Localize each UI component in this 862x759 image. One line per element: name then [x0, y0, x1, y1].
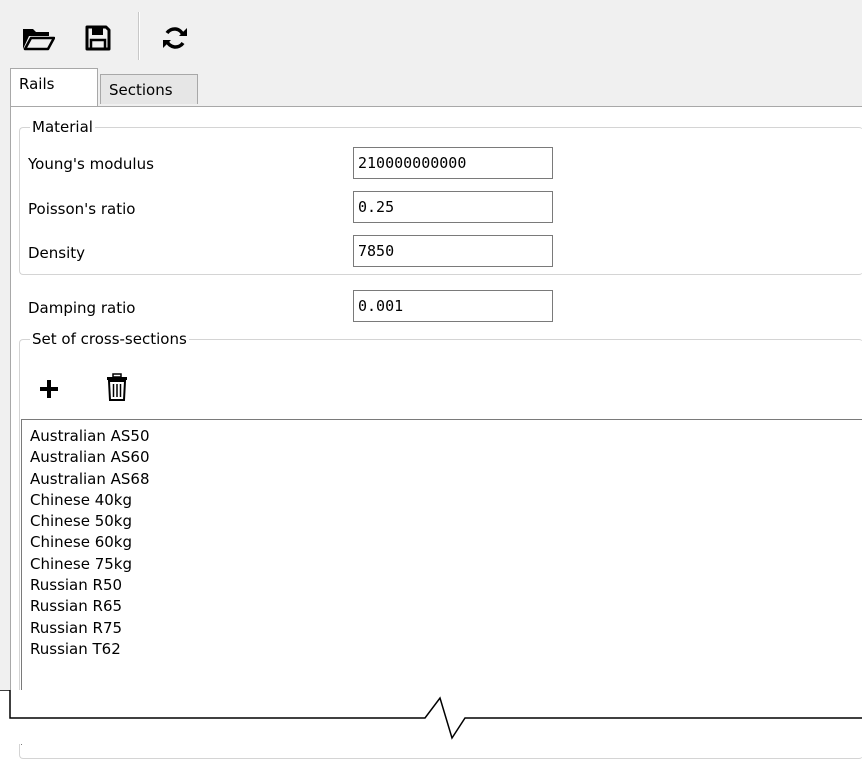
poissons-ratio-field[interactable]: 0.25	[353, 191, 553, 223]
youngs-modulus-field[interactable]: 210000000000	[353, 147, 553, 179]
list-item[interactable]: Russian T62	[30, 639, 862, 660]
list-item[interactable]: Chinese 40kg	[30, 490, 862, 511]
damping-ratio-field[interactable]: 0.001	[353, 290, 553, 322]
poissons-ratio-label: Poisson's ratio	[28, 200, 136, 218]
list-item[interactable]: Russian R75	[30, 618, 862, 639]
tab-bar: Rails Sections	[10, 68, 862, 108]
tab-rails[interactable]: Rails	[10, 68, 98, 106]
density-field[interactable]: 7850	[353, 235, 553, 267]
toolbar	[0, 0, 862, 70]
plus-icon[interactable]	[31, 371, 67, 407]
open-folder-icon[interactable]	[18, 18, 58, 58]
density-label: Density	[28, 244, 86, 262]
list-item[interactable]: Chinese 75kg	[30, 554, 862, 575]
list-item[interactable]: Australian AS50	[30, 426, 862, 447]
toolbar-separator	[138, 12, 140, 60]
cross-sections-group-title: Set of cross-sections	[30, 329, 189, 349]
list-item[interactable]: Russian R65	[30, 596, 862, 617]
list-item[interactable]: Russian R50	[30, 575, 862, 596]
save-icon[interactable]	[78, 18, 118, 58]
trash-icon[interactable]	[99, 369, 135, 405]
refresh-icon[interactable]	[155, 18, 195, 58]
list-item[interactable]: Australian AS60	[30, 447, 862, 468]
screenshot-break-mark	[0, 689, 862, 744]
list-item[interactable]: Chinese 60kg	[30, 532, 862, 553]
list-item[interactable]: Australian AS68	[30, 469, 862, 490]
tab-sections[interactable]: Sections	[100, 74, 198, 104]
damping-ratio-label: Damping ratio	[28, 299, 136, 317]
rails-tab-panel: Material Young's modulus 210000000000 Po…	[10, 106, 862, 759]
material-group-title: Material	[30, 117, 95, 137]
youngs-modulus-label: Young's modulus	[28, 155, 154, 173]
list-item[interactable]: Chinese 50kg	[30, 511, 862, 532]
rail-editor-window: Rails Sections Material Young's modulus …	[0, 0, 862, 759]
